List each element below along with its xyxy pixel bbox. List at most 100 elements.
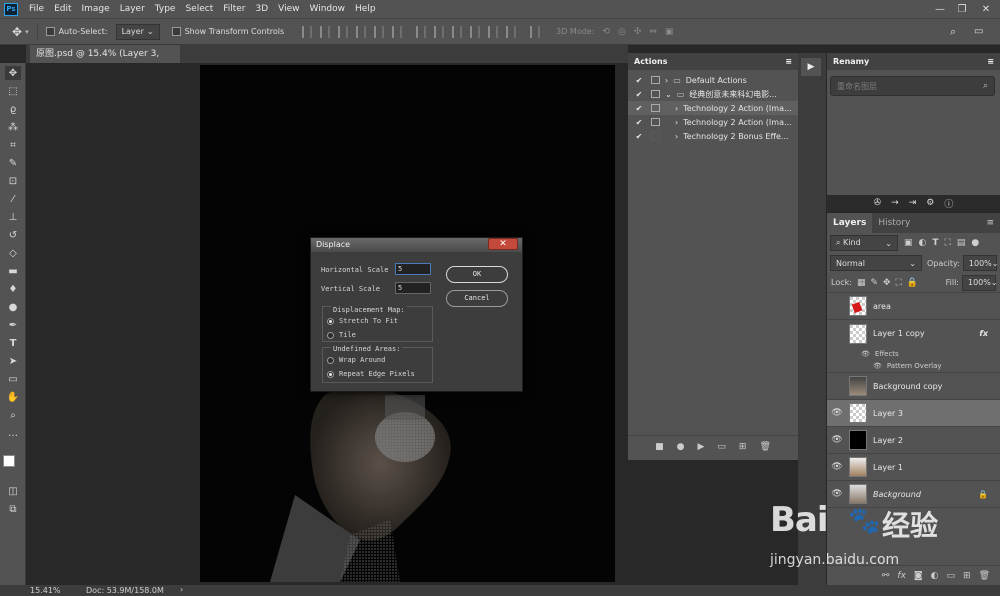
menu-window[interactable]: Window — [305, 0, 351, 18]
fill-input[interactable]: 100% ⌄ — [962, 274, 998, 291]
visibility-off-icon[interactable]: ▢ — [827, 329, 847, 339]
menu-image[interactable]: Image — [77, 0, 115, 18]
layer-row[interactable]: 👁 Layer 2 — [827, 427, 1000, 454]
trash-icon[interactable]: 🗑 — [759, 442, 770, 452]
mask-icon[interactable]: ◙ — [914, 571, 923, 581]
more-tools-icon[interactable]: … — [5, 426, 21, 440]
action-row[interactable]: ✔ › Technology 2 Bonus Effe... — [628, 129, 798, 143]
layer-row[interactable]: 👁 Layer 1 — [827, 454, 1000, 481]
fx-icon[interactable]: fx — [897, 571, 906, 581]
marquee-tool-icon[interactable]: ⬚ — [5, 84, 21, 98]
quick-mask-icon[interactable]: ◫ — [5, 484, 21, 498]
distribute-hcenter-icon[interactable] — [488, 25, 499, 38]
document-tab[interactable]: 原图.psd @ 15.4% (Layer 3, RGB/8) *✕ — [30, 45, 180, 77]
menu-layer[interactable]: Layer — [115, 0, 150, 18]
eye-icon[interactable]: 👁 — [827, 435, 847, 445]
menu-type[interactable]: Type — [150, 0, 181, 18]
kind-filter-dropdown[interactable]: ⌕ Kind ⌄ — [830, 235, 898, 251]
filter-type-icon[interactable]: T — [932, 238, 938, 248]
new-set-icon[interactable]: ▭ — [717, 442, 726, 452]
eye-icon[interactable]: 👁 — [827, 489, 847, 499]
workspace-icon[interactable]: ▭ — [974, 26, 983, 37]
panel-menu-icon[interactable]: ≡ — [785, 57, 792, 66]
filter-toggle-icon[interactable]: ● — [971, 238, 979, 248]
blur-tool-icon[interactable]: ♦ — [5, 282, 21, 296]
effects-row[interactable]: 👁 Effects — [827, 347, 1000, 360]
zoom-tool-icon[interactable]: ⌕ — [5, 408, 21, 422]
eye-icon[interactable]: 👁 — [827, 462, 847, 472]
screen-mode-icon[interactable]: ⧉ — [5, 502, 21, 516]
menu-edit[interactable]: Edit — [49, 0, 76, 18]
search-icon[interactable]: ⌕ — [950, 25, 956, 39]
chevron-right-icon[interactable]: › — [675, 132, 678, 141]
distribute-vcenter-icon[interactable] — [434, 25, 445, 38]
magic-wand-icon[interactable]: ⁂ — [5, 120, 21, 134]
chevron-down-icon[interactable]: ▾ — [25, 28, 29, 36]
align-right-icon[interactable] — [392, 25, 403, 38]
3d-pan-icon[interactable]: ✣ — [634, 27, 642, 37]
settings-icon[interactable]: ⚙ — [926, 198, 934, 208]
visibility-off-icon[interactable]: ▢ — [827, 301, 847, 311]
layer-row-selected[interactable]: 👁 Layer 3 — [827, 400, 1000, 427]
layer-row[interactable]: ▢ Background copy — [827, 373, 1000, 400]
new-layer-icon[interactable]: ⊞ — [963, 571, 971, 581]
move-tool-icon[interactable]: ✥ — [5, 66, 21, 80]
check-icon[interactable]: ✔ — [632, 104, 646, 113]
dialog-toggle-icon[interactable] — [651, 90, 660, 98]
arrow-right-icon[interactable]: → — [891, 198, 899, 208]
healing-brush-icon[interactable]: ⊡ — [5, 174, 21, 188]
panel-menu-icon[interactable]: ≡ — [986, 213, 994, 233]
tab-history[interactable]: History — [872, 213, 916, 233]
menu-3d[interactable]: 3D — [251, 0, 274, 18]
dodge-tool-icon[interactable]: ● — [5, 300, 21, 314]
chevron-right-icon[interactable]: › — [665, 76, 668, 85]
vertical-scale-input[interactable]: 5 — [395, 282, 431, 294]
menu-view[interactable]: View — [273, 0, 304, 18]
dialog-toggle-icon[interactable] — [651, 132, 660, 140]
eye-icon[interactable]: 👁 — [873, 362, 882, 370]
align-left-icon[interactable] — [356, 25, 367, 38]
auto-select-dropdown[interactable]: Layer ⌄ — [115, 23, 160, 40]
align-top-icon[interactable] — [302, 25, 313, 38]
move-tool-icon[interactable]: ✥ — [12, 25, 22, 39]
import-icon[interactable]: ⇥ — [909, 198, 917, 208]
filter-shape-icon[interactable]: ⛶ — [945, 238, 951, 248]
filter-adjust-icon[interactable]: ◐ — [919, 238, 927, 248]
minimize-button[interactable]: — — [930, 0, 950, 18]
tab-layers[interactable]: Layers — [827, 213, 873, 233]
distribute-top-icon[interactable] — [416, 25, 427, 38]
close-window-button[interactable]: ✕ — [976, 0, 996, 18]
radio-unselected[interactable] — [327, 356, 334, 364]
search-icon[interactable]: ⌕ — [983, 81, 988, 91]
play-icon[interactable]: ▶ — [697, 442, 704, 452]
opacity-input[interactable]: 100% ⌄ — [962, 255, 998, 271]
dialog-close-button[interactable]: ✕ — [488, 238, 518, 250]
lock-all-icon[interactable]: 🔒 — [907, 278, 918, 288]
rename-input[interactable]: 重命名图层 ⌕ — [830, 76, 995, 96]
stop-icon[interactable]: ■ — [655, 442, 664, 452]
new-action-icon[interactable]: ⊞ — [739, 442, 747, 452]
gradient-tool-icon[interactable]: ▬ — [5, 264, 21, 278]
panel-menu-icon[interactable]: ≡ — [987, 57, 994, 66]
check-icon[interactable]: ✔ — [632, 132, 646, 141]
layer-row[interactable]: 👁 Background 🔒 — [827, 481, 1000, 508]
foreground-color-swatch[interactable] — [3, 455, 15, 467]
eye-icon[interactable]: 👁 — [827, 408, 847, 418]
crop-tool-icon[interactable]: ⌗ — [5, 138, 21, 152]
radio-selected[interactable] — [327, 370, 334, 378]
check-icon[interactable]: ✔ — [632, 90, 646, 99]
align-hcenter-icon[interactable] — [374, 25, 385, 38]
layer-row[interactable]: ▢ Layer 1 copy fx — [827, 320, 1000, 347]
filter-pixel-icon[interactable]: ▣ — [904, 238, 913, 248]
3d-orbit-icon[interactable]: ⟲ — [602, 27, 610, 37]
lock-transparent-icon[interactable]: ▦ — [857, 278, 866, 288]
pen-tool-icon[interactable]: ✒ — [5, 318, 21, 332]
align-vcenter-icon[interactable] — [320, 25, 331, 38]
horizontal-scale-input[interactable]: 5 — [395, 263, 431, 275]
action-row[interactable]: ✔ › Technology 2 Action (Ima... — [628, 115, 798, 129]
record-icon[interactable]: ● — [677, 442, 685, 452]
group-icon[interactable]: ▭ — [947, 571, 956, 581]
path-select-icon[interactable]: ➤ — [5, 354, 21, 368]
layer-row[interactable]: ▢ area — [827, 293, 1000, 320]
zoom-level[interactable]: 15.41% — [30, 586, 61, 595]
